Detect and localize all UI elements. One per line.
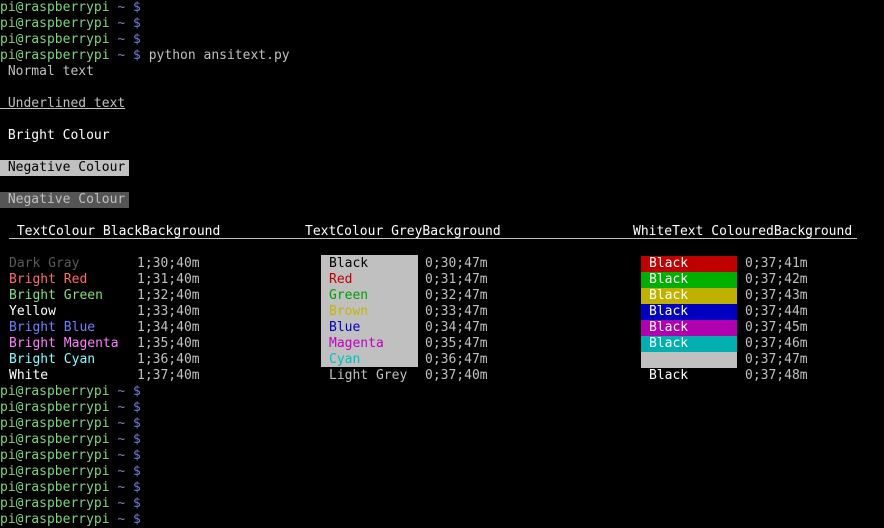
- col2-label: Magenta: [329, 336, 384, 351]
- prompt-line: pi@raspberrypi ~ $: [0, 512, 141, 528]
- prompt-user: pi@raspberrypi: [0, 416, 110, 431]
- col3-code: 0;37;48m: [745, 368, 808, 383]
- bright-text: Bright Colour: [0, 128, 110, 143]
- col1-label: Yellow: [9, 304, 56, 319]
- col1-code: 1;30;40m: [137, 256, 200, 271]
- col3-code: 0;37;43m: [745, 288, 808, 303]
- prompt-user: pi@raspberrypi: [0, 480, 110, 495]
- prompt-sep: ~ $: [109, 384, 141, 399]
- col1-code: 1;33;40m: [137, 304, 200, 319]
- col3-label: Black: [649, 368, 689, 383]
- prompt-sep: ~ $: [109, 448, 141, 463]
- col1-label: Bright Red: [9, 272, 88, 287]
- prompt-user: pi@raspberrypi: [0, 464, 110, 479]
- col3-label: Black: [649, 256, 689, 271]
- prompt-user: pi@raspberrypi: [0, 448, 110, 463]
- prompt-sep: ~ $: [109, 16, 141, 31]
- prompt-user: pi@raspberrypi: [0, 0, 110, 15]
- normal-text: Normal text: [0, 64, 94, 79]
- col3-code: 0;37;46m: [745, 336, 808, 351]
- col3-code: 0;37;41m: [745, 256, 808, 271]
- col2-code: 0;37;40m: [425, 368, 488, 383]
- prompt-sep: ~ $: [109, 400, 141, 415]
- prompt-line: pi@raspberrypi ~ $: [0, 416, 141, 432]
- prompt-user: pi@raspberrypi: [0, 384, 110, 399]
- prompt-sep: ~ $: [109, 48, 141, 63]
- col2-label: Red: [329, 272, 353, 287]
- prompt-sep: ~ $: [109, 32, 141, 47]
- col2-code: 0;31;47m: [425, 272, 488, 287]
- col3-code: 0;37;45m: [745, 320, 808, 335]
- col2-label: Blue: [329, 320, 361, 335]
- col3-label: Black: [649, 288, 689, 303]
- prompt-user: pi@raspberrypi: [0, 400, 110, 415]
- col2-code: 0;36;47m: [425, 352, 488, 367]
- col2-label: Brown: [329, 304, 369, 319]
- prompt-user: pi@raspberrypi: [0, 496, 110, 511]
- prompt-line: pi@raspberrypi ~ $: [0, 432, 141, 448]
- col3-code: 0;37;47m: [745, 352, 808, 367]
- negative-colour-2: Negative Colour: [0, 192, 129, 208]
- col3-label: Black: [649, 304, 689, 319]
- prompt-user: pi@raspberrypi: [0, 32, 110, 47]
- col2-code: 0;30;47m: [425, 256, 488, 271]
- col2-code: 0;33;47m: [425, 304, 488, 319]
- prompt-sep: ~ $: [109, 480, 141, 495]
- col2-code: 0;32;47m: [425, 288, 488, 303]
- header-underline: [9, 238, 857, 239]
- prompt-line: pi@raspberrypi ~ $: [0, 496, 141, 512]
- col3-label: Black: [649, 336, 689, 351]
- col1-code: 1;31;40m: [137, 272, 200, 287]
- prompt-line: pi@raspberrypi ~ $: [0, 384, 141, 400]
- negative-colour-1: Negative Colour: [0, 160, 129, 176]
- col2-label: Cyan: [329, 352, 361, 367]
- col1-label: Dark Gray: [9, 256, 80, 271]
- col2-label: Green: [329, 288, 369, 303]
- col1-code: 1;35;40m: [137, 336, 200, 351]
- prompt-line: pi@raspberrypi ~ $: [0, 32, 141, 48]
- col2-code: 0;35;47m: [425, 336, 488, 351]
- prompt-sep: ~ $: [109, 432, 141, 447]
- col1-code: 1;32;40m: [137, 288, 200, 303]
- terminal-window[interactable]: pi@raspberrypi ~ $ pi@raspberrypi ~ $ pi…: [0, 0, 884, 527]
- col3-code: 0;37;42m: [745, 272, 808, 287]
- command-text: python ansitext.py: [148, 48, 290, 63]
- col1-code: 1;36;40m: [137, 352, 200, 367]
- prompt-line: pi@raspberrypi ~ $: [0, 480, 141, 496]
- prompt-sep: ~ $: [109, 464, 141, 479]
- prompt-line: pi@raspberrypi ~ $: [0, 16, 141, 32]
- col3-swatch: [641, 352, 737, 368]
- col2-label: Light Grey: [329, 368, 408, 383]
- col1-label: Bright Cyan: [9, 352, 96, 367]
- prompt-line: pi@raspberrypi ~ $: [0, 448, 141, 464]
- underlined-text: Underlined text: [0, 96, 126, 111]
- command-line: pi@raspberrypi ~ $ python ansitext.py: [0, 48, 290, 64]
- prompt-user: pi@raspberrypi: [0, 48, 110, 63]
- prompt-user: pi@raspberrypi: [0, 16, 110, 31]
- col1-label: White: [9, 368, 49, 383]
- prompt-line: pi@raspberrypi ~ $: [0, 400, 141, 416]
- col1-label: Bright Magenta: [9, 336, 119, 351]
- prompt-user: pi@raspberrypi: [0, 432, 110, 447]
- col2-code: 0;34;47m: [425, 320, 488, 335]
- col1-code: 1;34;40m: [137, 320, 200, 335]
- col1-label: Bright Green: [9, 288, 103, 303]
- prompt-sep: ~ $: [109, 496, 141, 511]
- prompt-line: pi@raspberrypi ~ $: [0, 0, 141, 16]
- col3-label: Black: [649, 272, 689, 287]
- prompt-line: pi@raspberrypi ~ $: [0, 464, 141, 480]
- col1-code: 1;37;40m: [137, 368, 200, 383]
- prompt-sep: ~ $: [109, 416, 141, 431]
- col3-label: Black: [649, 320, 689, 335]
- prompt-sep: ~ $: [109, 0, 141, 15]
- col3-code: 0;37;44m: [745, 304, 808, 319]
- col1-label: Bright Blue: [9, 320, 96, 335]
- col2-label: Black: [329, 256, 369, 271]
